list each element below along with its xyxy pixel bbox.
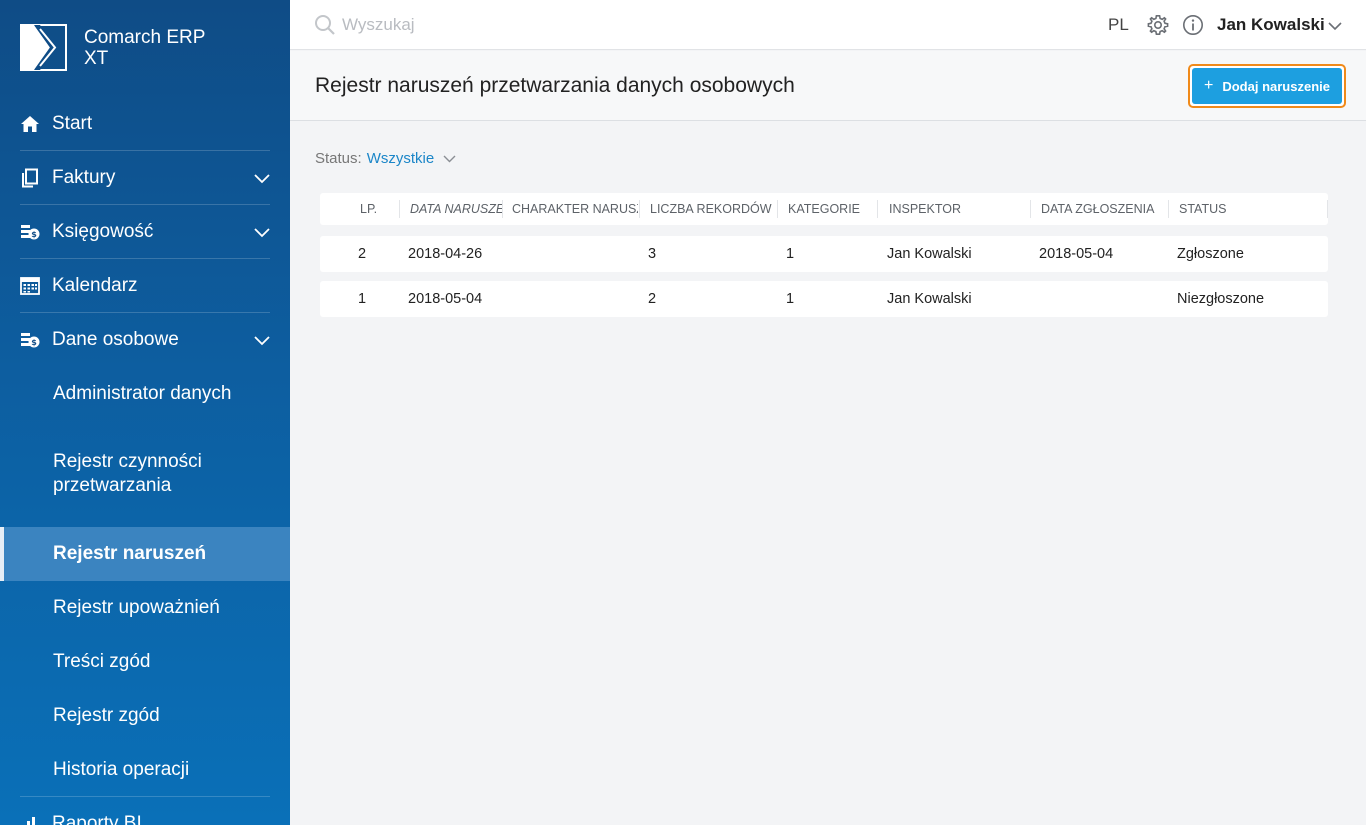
page-title: Rejestr naruszeń przetwarzania danych os…	[315, 74, 795, 97]
column-separator[interactable]	[1030, 200, 1031, 218]
page-header: Rejestr naruszeń przetwarzania danych os…	[290, 51, 1366, 121]
home-icon	[20, 114, 40, 134]
sidebar-subitem-rejestr-czynnosci[interactable]: Rejestr czynności przetwarzania	[0, 421, 290, 527]
status-filter: Status: Wszystkie	[315, 150, 456, 167]
comarch-logo-icon	[20, 24, 67, 71]
breach-table: LP. DATA NARUSZENIA CHARAKTER NARUSZENIA…	[320, 193, 1328, 317]
app-logo[interactable]: Comarch ERP XT	[20, 24, 205, 71]
sidebar-subitem-label: Rejestr zgód	[53, 705, 160, 726]
gear-icon[interactable]	[1147, 14, 1169, 36]
column-separator[interactable]	[1168, 200, 1169, 218]
document-icon	[20, 168, 40, 188]
sidebar-subitem-label: Rejestr upoważnień	[53, 597, 220, 618]
calendar-icon	[20, 276, 40, 296]
plus-icon: +	[1204, 77, 1214, 94]
column-header-kategorie[interactable]: KATEGORIE	[788, 193, 878, 225]
app-name-line2: XT	[84, 48, 109, 69]
chevron-down-icon[interactable]	[443, 152, 456, 165]
chevron-down-icon[interactable]	[254, 224, 270, 240]
status-filter-label: Status:	[315, 150, 362, 167]
sidebar-item-ksiegowosc[interactable]: $ Księgowość	[0, 205, 290, 259]
cell-data-zgloszenia: 2018-05-04	[1039, 246, 1114, 262]
cell-status: Zgłoszone	[1177, 246, 1244, 262]
svg-text:$: $	[31, 338, 37, 347]
column-header-lp[interactable]: LP.	[360, 193, 400, 225]
sidebar-item-label: Raporty BI	[52, 813, 142, 825]
sidebar-item-label: Księgowość	[52, 221, 154, 242]
add-breach-button[interactable]: + Dodaj naruszenie	[1188, 64, 1346, 108]
column-header-data-naruszenia[interactable]: DATA NARUSZENIA	[410, 193, 502, 225]
sidebar-subitem-rejestr-upowaznien[interactable]: Rejestr upoważnień	[0, 581, 290, 635]
cell-data-naruszenia: 2018-04-26	[408, 246, 483, 262]
sidebar-subitem-administrator-danych[interactable]: Administrator danych	[0, 367, 290, 421]
app-name: Comarch ERP XT	[84, 27, 205, 69]
sidebar-subitem-rejestr-naruszen[interactable]: Rejestr naruszeń	[0, 527, 290, 581]
app-name-line1: Comarch ERP	[84, 27, 206, 48]
sidebar-subitem-label: Treści zgód	[53, 651, 151, 672]
language-selector[interactable]: PL	[1108, 15, 1129, 35]
sidebar-item-label: Faktury	[52, 167, 116, 188]
add-breach-button-inner: + Dodaj naruszenie	[1192, 68, 1342, 104]
cell-lp: 1	[358, 291, 367, 307]
sidebar-item-dane-osobowe[interactable]: $ Dane osobowe	[0, 313, 290, 367]
sidebar-item-label: Start	[52, 113, 93, 134]
cell-inspektor: Jan Kowalski	[887, 246, 972, 262]
svg-text:$: $	[31, 230, 37, 239]
column-separator[interactable]	[877, 200, 878, 218]
cell-liczba-rekordow: 3	[648, 246, 657, 262]
sidebar-item-faktury[interactable]: Faktury	[0, 151, 290, 205]
sidebar-subitem-rejestr-zgod[interactable]: Rejestr zgód	[0, 689, 290, 743]
column-separator[interactable]	[1327, 200, 1328, 218]
chevron-down-icon[interactable]	[254, 170, 270, 186]
cell-data-naruszenia: 2018-05-04	[408, 291, 483, 307]
chevron-down-icon[interactable]	[254, 332, 270, 348]
sidebar-item-start[interactable]: Start	[0, 97, 290, 151]
column-separator[interactable]	[639, 200, 640, 218]
sidebar-subitem-label: Historia operacji	[53, 759, 190, 780]
personal-data-icon: $	[20, 330, 40, 350]
column-separator[interactable]	[502, 200, 503, 218]
sidebar: Comarch ERP XT Start Faktury $ Księgowoś…	[0, 0, 290, 825]
sidebar-subitem-label: Administrator danych	[53, 383, 232, 404]
column-header-status[interactable]: STATUS	[1179, 193, 1319, 225]
column-header-data-zgloszenia[interactable]: DATA ZGŁOSZENIA	[1041, 193, 1167, 225]
chevron-down-icon[interactable]	[1327, 18, 1343, 34]
cell-inspektor: Jan Kowalski	[887, 291, 972, 307]
user-name[interactable]: Jan Kowalski	[1217, 15, 1325, 35]
accounting-icon: $	[20, 222, 40, 242]
column-header-liczba-rekordow[interactable]: LICZBA REKORDÓW	[650, 193, 775, 225]
table-header: LP. DATA NARUSZENIA CHARAKTER NARUSZENIA…	[320, 193, 1328, 225]
column-header-inspektor[interactable]: INSPEKTOR	[889, 193, 1029, 225]
cell-liczba-rekordow: 2	[648, 291, 657, 307]
table-row[interactable]: 2 2018-04-26 3 1 Jan Kowalski 2018-05-04…	[320, 236, 1328, 272]
column-separator[interactable]	[399, 200, 400, 218]
column-separator[interactable]	[777, 200, 778, 218]
cell-kategorie: 1	[786, 291, 795, 307]
add-breach-button-label: Dodaj naruszenie	[1222, 78, 1330, 94]
sidebar-item-label: Dane osobowe	[52, 329, 179, 350]
sidebar-item-kalendarz[interactable]: Kalendarz	[0, 259, 290, 313]
sidebar-subitem-historia-operacji[interactable]: Historia operacji	[0, 743, 290, 797]
sidebar-item-label: Kalendarz	[52, 275, 138, 296]
sidebar-subitem-label: Rejestr czynności przetwarzania	[53, 451, 202, 496]
search-input[interactable]	[342, 12, 742, 38]
sidebar-nav: Start Faktury $ Księgowość Kalendarz $ D…	[0, 97, 290, 825]
cell-kategorie: 1	[786, 246, 795, 262]
search-icon[interactable]	[314, 14, 336, 36]
sidebar-item-raporty-bi[interactable]: Raporty BI	[0, 797, 290, 825]
cell-status: Niezgłoszone	[1177, 291, 1265, 307]
top-bar: PL Jan Kowalski	[290, 0, 1366, 50]
status-filter-value[interactable]: Wszystkie	[367, 150, 435, 167]
sidebar-subitem-label: Rejestr naruszeń	[53, 543, 207, 564]
table-row[interactable]: 1 2018-05-04 2 1 Jan Kowalski Niezgłoszo…	[320, 281, 1328, 317]
info-icon[interactable]	[1182, 14, 1204, 36]
column-header-charakter[interactable]: CHARAKTER NARUSZENIA	[512, 193, 638, 225]
cell-lp: 2	[358, 246, 367, 262]
bar-chart-icon	[20, 814, 40, 825]
sidebar-subitem-tresci-zgod[interactable]: Treści zgód	[0, 635, 290, 689]
